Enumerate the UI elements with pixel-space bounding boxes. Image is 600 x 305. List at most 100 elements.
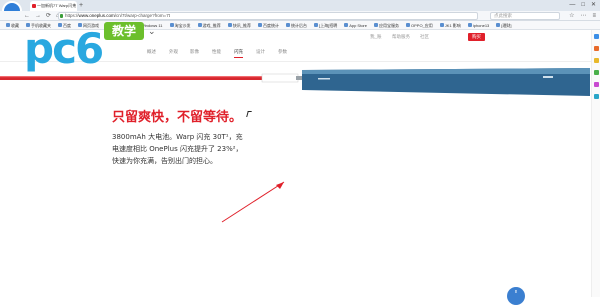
section-paragraph: 3800mAh 大电池。Warp 闪充 30T¹，充 电速度相比 OnePlus… — [112, 131, 282, 167]
bookmark-item[interactable]: 应用宝服务 — [374, 21, 399, 29]
new-tab-button[interactable]: + — [79, 1, 83, 10]
bookmark-icon — [344, 23, 349, 27]
sidebar-app-icon[interactable] — [594, 82, 599, 87]
bookmark-icon — [285, 23, 290, 27]
paragraph-line-2: 电速度相比 OnePlus 闪充提升了 23%²， — [112, 145, 243, 153]
sidebar-app-icon[interactable] — [594, 34, 599, 39]
bookmark-label: 统计后台 — [290, 22, 307, 28]
browser-tab[interactable]: 一加新机7T Warp闪充 × — [30, 1, 77, 11]
url-input[interactable]: https://www.oneplus.com/cn/7t/warp-charg… — [58, 12, 478, 20]
toolbar-right: ☆ ⋯ ≡ — [569, 11, 596, 21]
paragraph-line-3: 快速为你充满，告别出门的担心。 — [112, 157, 217, 165]
cable-highlight — [0, 76, 280, 78]
close-tab-icon[interactable]: × — [73, 1, 76, 11]
maximize-icon[interactable]: □ — [581, 0, 585, 11]
bookmark-icon — [496, 23, 501, 27]
bookmark-item[interactable]: [上海]招聘 — [313, 21, 338, 29]
more-icon[interactable]: ⋯ — [580, 11, 586, 21]
bookmark-item[interactable]: 淘宝沙发 — [169, 21, 191, 29]
bookmark-icon — [374, 23, 378, 27]
cable-connector — [261, 73, 299, 83]
star-icon[interactable]: ☆ — [569, 11, 574, 21]
speaker-grille — [318, 78, 330, 80]
sidebar-app-icon[interactable] — [594, 94, 599, 99]
bookmark-label: 游戏_推荐 — [202, 22, 221, 28]
forward-icon[interactable]: → — [35, 11, 41, 21]
phone-edge-highlight — [302, 68, 590, 74]
bookmark-label: OPPO_应用 — [411, 22, 433, 28]
subnav-item-design[interactable]: 外观 — [169, 48, 178, 56]
arrow-line — [221, 181, 285, 223]
bookmark-item[interactable]: iphone13 — [467, 21, 490, 29]
chevron-down-icon[interactable]: ⌄ — [148, 26, 156, 37]
bookmark-label: JK1 影响 — [444, 22, 461, 28]
usb-plug — [296, 76, 302, 80]
favicon-icon — [32, 4, 36, 8]
bookmark-label: [理财] — [501, 22, 512, 28]
window-controls: — □ ✕ — [569, 0, 596, 11]
watermark-badge: 教学 — [104, 22, 144, 40]
subnav-item-specs[interactable]: 参数 — [278, 48, 287, 56]
nav-buttons: ← → ⟳ ⌂ — [24, 11, 60, 21]
bookmark-icon — [197, 23, 202, 27]
bookmark-label: 收藏 — [11, 22, 19, 28]
close-icon[interactable]: ✕ — [591, 0, 596, 11]
site-link-account[interactable]: 我_账 — [370, 32, 382, 42]
url-prefix: https:// — [65, 13, 79, 18]
bookmark-icon — [6, 23, 10, 27]
annotation-arrow — [221, 181, 285, 223]
site-link-support[interactable]: 帮助服务 — [392, 32, 410, 42]
url-path: /cn/7t/warp-charge?from=7t — [114, 13, 170, 18]
bookmark-icon — [406, 23, 410, 27]
bookmark-item[interactable]: 百度统计 — [257, 21, 279, 29]
buy-button[interactable]: 购买 — [468, 33, 485, 41]
bookmark-label: [上海]招聘 — [318, 22, 338, 28]
button-detail — [543, 76, 553, 78]
bookmark-item[interactable]: App Store — [344, 21, 367, 29]
tab-bar: 一加新机7T Warp闪充 × + — □ ✕ — [0, 0, 600, 21]
bookmark-label: App Store — [349, 22, 367, 28]
bookmark-icon — [227, 23, 232, 27]
bookmark-label: 百度统计 — [262, 22, 279, 28]
section-headline: 只留爽快，不留等待。 — [112, 110, 243, 125]
url-domain: www.oneplus.com — [78, 13, 115, 18]
search-input[interactable]: 点此搜索 — [490, 12, 560, 20]
sidebar-app-icon[interactable] — [594, 46, 599, 51]
bookmark-icon — [467, 23, 472, 27]
bookmark-label: 快讯_推荐 — [232, 22, 251, 28]
bookmark-label: 应用宝服务 — [379, 22, 399, 28]
bookmark-item[interactable]: [理财] — [496, 21, 512, 29]
bookmark-icon — [169, 23, 174, 27]
bookmark-icon — [257, 23, 262, 27]
menu-icon[interactable]: ≡ — [592, 11, 596, 21]
sidebar-app-icon[interactable] — [594, 58, 599, 63]
arrow-head — [276, 182, 284, 189]
bookmark-item[interactable]: 游戏_推荐 — [197, 21, 221, 29]
address-toolbar: ← → ⟳ ⌂ https://www.oneplus.com/cn/7t/wa… — [0, 11, 600, 21]
bookmark-icon — [439, 23, 444, 27]
bookmark-label: iphone13 — [472, 22, 490, 28]
subnav-item-camera[interactable]: 影像 — [190, 48, 199, 56]
bookmark-icon — [313, 23, 318, 27]
subnav-item-performance[interactable]: 性能 — [212, 48, 221, 56]
sidebar-app-icon[interactable] — [594, 70, 599, 75]
reload-icon[interactable]: ⟳ — [46, 11, 51, 21]
browser-sidebar — [591, 30, 600, 297]
watermark-brand: pc6 — [24, 24, 104, 73]
bookmark-item[interactable]: 收藏 — [6, 21, 19, 29]
site-link-community[interactable]: 社区 — [420, 32, 429, 42]
subnav-item-style[interactable]: 设计 — [256, 48, 265, 56]
back-icon[interactable]: ← — [24, 11, 30, 21]
tab-title: 一加新机7T Warp闪充 — [37, 3, 77, 8]
lock-icon — [60, 14, 63, 18]
subnav-item-charging[interactable]: 闪充 — [234, 48, 243, 58]
minimize-icon[interactable]: — — [569, 0, 575, 11]
bookmark-item[interactable]: 快讯_推荐 — [227, 21, 251, 29]
bookmark-item[interactable]: JK1 影响 — [439, 21, 461, 29]
paragraph-line-1: 3800mAh 大电池。Warp 闪充 30T¹，充 — [112, 133, 243, 141]
content-area — [0, 102, 600, 297]
bookmark-label: 淘宝沙发 — [174, 22, 191, 28]
scroll-top-button[interactable]: ⬆ — [507, 287, 525, 305]
bookmark-item[interactable]: OPPO_应用 — [406, 21, 433, 29]
bookmark-item[interactable]: 统计后台 — [285, 21, 307, 29]
